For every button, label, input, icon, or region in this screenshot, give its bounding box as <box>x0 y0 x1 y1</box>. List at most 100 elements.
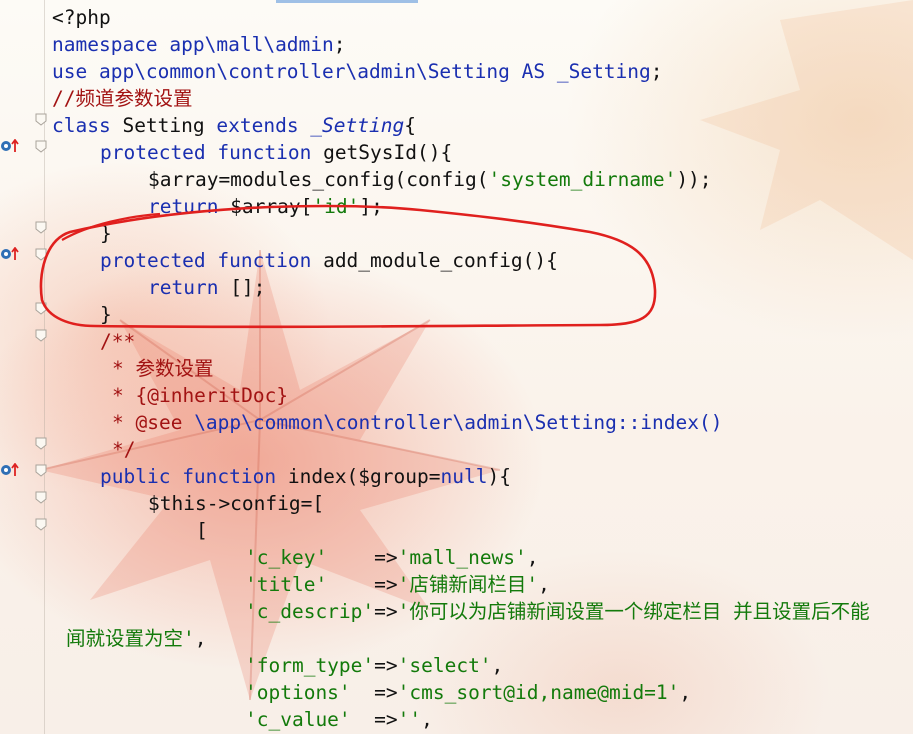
code-token: function <box>217 141 324 164</box>
code-token: * {@inheritDoc} <box>112 384 289 407</box>
code-line[interactable]: class Setting extends _Setting{ <box>52 112 416 139</box>
code-token: => <box>374 600 398 623</box>
code-token: ){ <box>487 465 511 488</box>
fold-icon[interactable] <box>35 491 47 504</box>
code-line[interactable]: use app\common\controller\admin\Setting … <box>52 58 663 85</box>
code-token: \app\common\controller\admin\Setting::in… <box>194 411 723 434</box>
code-token: function <box>217 249 324 272</box>
code-token: } <box>100 303 112 326</box>
code-token: { <box>404 114 416 137</box>
code-line[interactable]: //频道参数设置 <box>52 85 192 112</box>
code-token: index($group= <box>287 465 441 488</box>
code-line[interactable]: } <box>100 220 112 247</box>
fold-icon[interactable] <box>35 113 47 126</box>
code-line[interactable]: * {@inheritDoc} <box>112 382 288 409</box>
code-token: extends <box>216 114 311 137</box>
code-token: 闻就设置为空' <box>66 627 195 650</box>
code-line[interactable]: protected function getSysId(){ <box>100 139 452 166</box>
code-line[interactable]: public function index($group=null){ <box>100 463 511 490</box>
code-line[interactable]: <?php <box>52 4 111 31</box>
code-line[interactable]: 'c_value' =>'', <box>245 706 433 733</box>
code-token: [ <box>196 519 208 542</box>
code-token: <?php <box>52 6 111 29</box>
code-token: '你可以为店铺新闻设置一个绑定栏目 并且设置后不能 <box>397 600 870 623</box>
code-token: AS <box>521 60 557 83</box>
code-token: _Setting <box>556 60 651 83</box>
code-token: 'cms_sort@id,name@mid=1' <box>397 681 680 704</box>
editor-gutter <box>0 0 45 734</box>
code-token: , <box>491 654 504 677</box>
code-token: => <box>374 654 398 677</box>
code-line[interactable]: protected function add_module_config(){ <box>100 247 558 274</box>
code-line[interactable]: 闻就设置为空', <box>66 625 207 652</box>
code-line[interactable]: $array=modules_config(config('system_dir… <box>148 166 712 193</box>
code-token: ]; <box>359 195 383 218</box>
code-line[interactable]: 'title' =>'店铺新闻栏目', <box>245 571 550 598</box>
code-token: 'title' <box>245 573 328 596</box>
code-token: 'system_dirname' <box>488 168 677 191</box>
code-token: 'form_type' <box>245 654 375 677</box>
code-token: protected <box>100 249 218 272</box>
editor-tab-indicator <box>276 0 418 3</box>
code-token: Setting <box>122 114 217 137</box>
code-line[interactable]: [ <box>196 517 208 544</box>
code-token: 'c_key' <box>245 546 328 569</box>
code-line[interactable]: */ <box>112 436 135 463</box>
code-token: , <box>421 708 433 731</box>
code-token: ; <box>333 33 346 56</box>
code-line[interactable]: 'c_descrip'=>'你可以为店铺新闻设置一个绑定栏目 并且设置后不能 <box>245 598 870 625</box>
code-token: * 参数设置 <box>112 357 214 380</box>
fold-icon[interactable] <box>35 140 47 153</box>
code-token: ; <box>650 60 663 83</box>
code-token: $array=modules_config(config( <box>148 168 489 191</box>
code-token: getSysId(){ <box>323 141 453 164</box>
code-line[interactable]: $this->config=[ <box>148 490 324 517</box>
fold-icon[interactable] <box>35 437 47 450</box>
code-token: $this->config=[ <box>148 492 325 515</box>
code-token: app\mall\admin <box>169 33 334 56</box>
code-token: )); <box>676 168 712 191</box>
code-token: , <box>526 546 539 569</box>
code-line[interactable]: } <box>100 301 112 328</box>
code-line[interactable]: namespace app\mall\admin; <box>52 31 346 58</box>
code-line[interactable]: /** <box>100 328 135 355</box>
code-token: 'c_descrip' <box>245 600 375 623</box>
fold-icon[interactable] <box>35 248 47 261</box>
fold-icon[interactable] <box>35 464 47 477</box>
code-token: */ <box>112 438 136 461</box>
code-line[interactable]: * 参数设置 <box>112 355 213 382</box>
code-token: '店铺新闻栏目' <box>397 573 539 596</box>
fold-icon[interactable] <box>35 329 47 342</box>
code-token: => <box>350 681 398 704</box>
code-line[interactable]: 'c_key' =>'mall_news', <box>245 544 539 571</box>
code-token: /** <box>100 330 136 353</box>
code-token: } <box>100 222 112 245</box>
code-token: null <box>440 465 488 488</box>
code-token: => <box>327 573 398 596</box>
code-line[interactable]: return []; <box>148 274 265 301</box>
code-token: 'id' <box>312 195 360 218</box>
code-line[interactable]: 'form_type'=>'select', <box>245 652 503 679</box>
code-token: => <box>327 546 398 569</box>
code-token: 'options' <box>245 681 351 704</box>
code-token: public <box>100 465 183 488</box>
code-token: //频道参数设置 <box>52 87 193 110</box>
code-token: , <box>194 627 207 650</box>
fold-icon[interactable] <box>35 221 47 234</box>
override-method-icon[interactable] <box>0 247 22 261</box>
code-line[interactable]: 'options' =>'cms_sort@id,name@mid=1', <box>245 679 691 706</box>
code-token: app\common\controller\admin\Setting <box>98 60 522 83</box>
code-token: 'c_value' <box>245 708 351 731</box>
fold-icon[interactable] <box>35 302 47 315</box>
override-method-icon[interactable] <box>0 463 22 477</box>
override-method-icon[interactable] <box>0 139 22 153</box>
code-token: _Setting <box>310 114 405 137</box>
fold-icon[interactable] <box>35 518 47 531</box>
code-token: namespace <box>52 33 170 56</box>
code-token: function <box>182 465 288 488</box>
code-line[interactable]: return $array['id']; <box>148 193 383 220</box>
code-token: []; <box>230 276 266 299</box>
code-token: 'mall_news' <box>397 546 527 569</box>
code-token: 'select' <box>397 654 492 677</box>
code-line[interactable]: * @see \app\common\controller\admin\Sett… <box>112 409 723 436</box>
